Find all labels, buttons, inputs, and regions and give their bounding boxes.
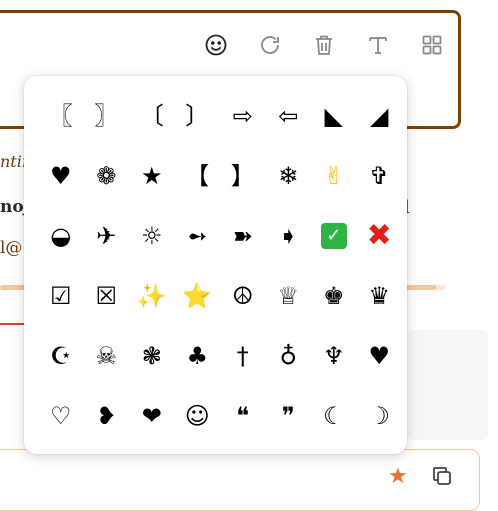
symbol-cell[interactable]: ❁ bbox=[84, 146, 130, 206]
symbol-cell[interactable]: ☼ bbox=[129, 206, 175, 266]
symbol-cell[interactable]: ❃ bbox=[129, 326, 175, 386]
symbol-cell[interactable]: ★ bbox=[129, 146, 175, 206]
background-text-1: ntiı bbox=[0, 152, 27, 171]
symbol-picker-popup: 〖〗〔〕 ⇨ ⇦ ◣ ◢ ♥ ❁ ★ 【】 ❄ ✌ ✞ ◒ ✈ ☼ ➻ ➽ ➧ ✓ ✖ ☑ ☒ ✨ ⭐ ☮ ♕ ♚ ♛ ☪ ☠ ❃ ♣ † ♁ ♆ ♥… bbox=[24, 76, 407, 454]
background-text-3: l@ bbox=[0, 238, 23, 258]
symbol-cell[interactable]: ☑ bbox=[38, 266, 84, 326]
text-format-icon[interactable] bbox=[363, 30, 393, 60]
refresh-icon[interactable] bbox=[255, 30, 285, 60]
symbol-cell[interactable]: ♆ bbox=[311, 326, 357, 386]
symbol-cell[interactable]: ♕ bbox=[266, 266, 312, 326]
symbol-cell[interactable]: ✈ bbox=[84, 206, 130, 266]
check-mark-icon: ✓ bbox=[320, 223, 347, 249]
symbol-cell[interactable]: ❤ bbox=[129, 386, 175, 446]
symbol-cell[interactable]: ☮ bbox=[220, 266, 266, 326]
symbol-cell[interactable]: ❥ bbox=[84, 386, 130, 446]
symbol-cell[interactable]: ☪ bbox=[38, 326, 84, 386]
symbol-cell[interactable]: ✞ bbox=[357, 146, 403, 206]
symbol-cell[interactable]: ⭐ bbox=[175, 266, 221, 326]
copy-icon[interactable] bbox=[430, 464, 456, 490]
symbol-cell[interactable]: ◣ bbox=[311, 86, 357, 146]
symbol-cell[interactable]: ✨ bbox=[129, 266, 175, 326]
symbol-cell[interactable]: ♥ bbox=[357, 326, 403, 386]
symbol-cell[interactable]: ♣ bbox=[175, 326, 221, 386]
symbol-cell[interactable]: 〔 bbox=[129, 86, 175, 146]
trash-icon[interactable] bbox=[309, 30, 339, 60]
bottom-panel bbox=[0, 449, 480, 511]
symbol-cell[interactable]: ☒ bbox=[84, 266, 130, 326]
symbol-cell[interactable]: 】 bbox=[220, 146, 266, 206]
smiley-icon[interactable] bbox=[201, 30, 231, 60]
symbol-cell[interactable]: ❝ bbox=[220, 386, 266, 446]
symbol-cell[interactable]: 〕 bbox=[175, 86, 221, 146]
symbol-cell[interactable]: ➻ bbox=[175, 206, 221, 266]
symbol-cell[interactable]: ➧ bbox=[266, 206, 312, 266]
grid-icon[interactable] bbox=[417, 30, 447, 60]
symbol-cell[interactable]: ☾ bbox=[311, 386, 357, 446]
symbol-cell[interactable]: ♥ bbox=[38, 146, 84, 206]
symbol-cell[interactable]: ✓ bbox=[311, 206, 357, 266]
symbol-cell[interactable]: ❄ bbox=[266, 146, 312, 206]
symbol-cell[interactable]: 【 bbox=[175, 146, 221, 206]
symbol-cell[interactable]: † bbox=[220, 326, 266, 386]
symbol-grid: 〖〗〔〕 ⇨ ⇦ ◣ ◢ ♥ ❁ ★ 【】 ❄ ✌ ✞ ◒ ✈ ☼ ➻ ➽ ➧ ✓ ✖ ☑ ☒ ✨ ⭐ ☮ ♕ ♚ ♛ ☪ ☠ ❃ ♣ † ♁ ♆ ♥… bbox=[38, 86, 402, 446]
background-card bbox=[408, 330, 488, 440]
symbol-cell[interactable]: ☽ bbox=[357, 386, 403, 446]
symbol-cell[interactable]: ◒ bbox=[38, 206, 84, 266]
symbol-cell[interactable]: ✌ bbox=[311, 146, 357, 206]
symbol-cell[interactable]: ♚ bbox=[311, 266, 357, 326]
symbol-cell[interactable]: ➽ bbox=[220, 206, 266, 266]
symbol-cell[interactable]: ◢ bbox=[357, 86, 403, 146]
symbol-cell[interactable]: ☠ bbox=[84, 326, 130, 386]
star-icon[interactable]: ★ bbox=[388, 464, 408, 489]
symbol-cell[interactable]: ⇨ bbox=[220, 86, 266, 146]
symbol-cell[interactable]: 〖 bbox=[38, 86, 84, 146]
symbol-cell[interactable]: ❞ bbox=[266, 386, 312, 446]
symbol-cell[interactable]: ✖ bbox=[357, 206, 403, 266]
symbol-cell[interactable]: 〗 bbox=[84, 86, 130, 146]
symbol-cell[interactable]: ⇦ bbox=[266, 86, 312, 146]
symbol-cell[interactable]: ♁ bbox=[266, 326, 312, 386]
symbol-cell[interactable]: ♡ bbox=[38, 386, 84, 446]
symbol-cell[interactable]: ☺ bbox=[175, 386, 221, 446]
symbol-cell[interactable]: ♛ bbox=[357, 266, 403, 326]
